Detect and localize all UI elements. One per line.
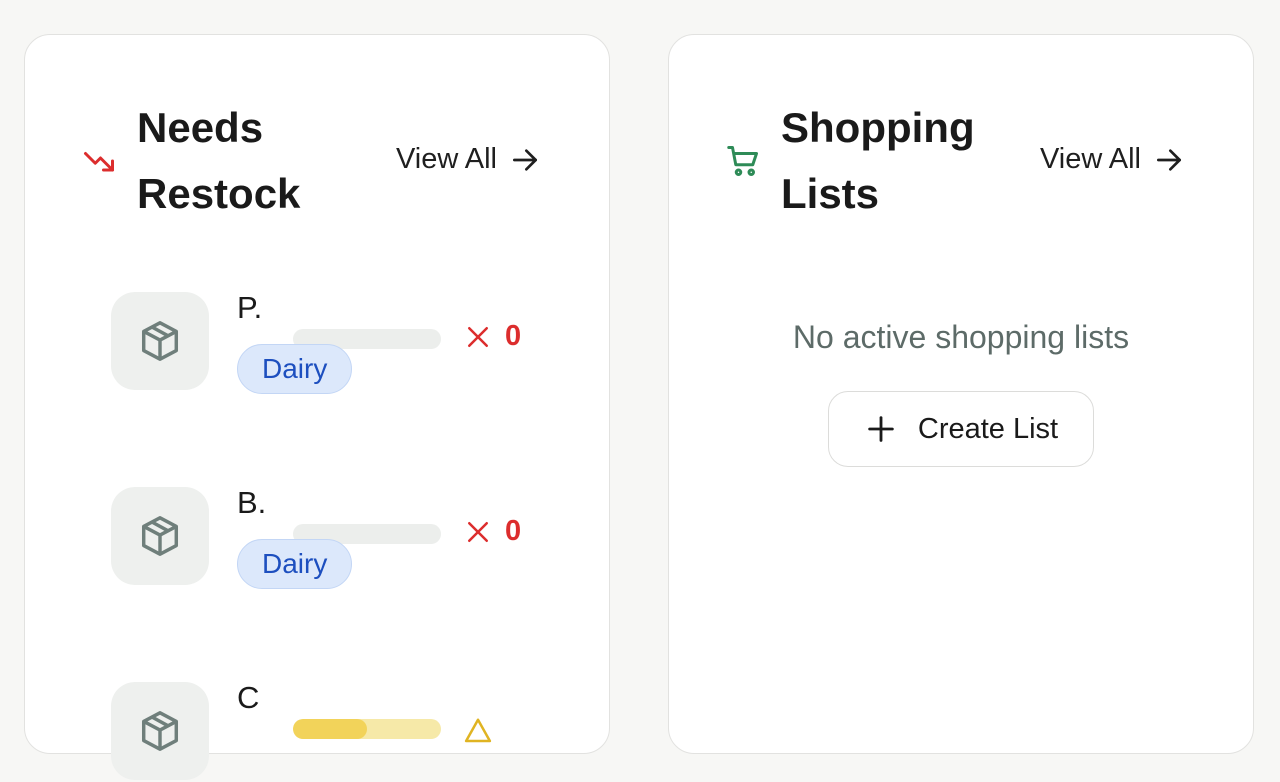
restock-item[interactable]: P. Dairy 0: [111, 290, 531, 394]
shopping-lists-title: Shopping Lists: [781, 104, 975, 217]
item-thumbnail: [111, 487, 209, 585]
package-icon: [141, 711, 179, 751]
create-list-label: Create List: [917, 412, 1059, 445]
item-thumbnail: [111, 682, 209, 780]
shopping-view-all-link[interactable]: View All: [1040, 143, 1185, 176]
item-quantity: 0: [505, 320, 522, 352]
restock-item[interactable]: C: [111, 680, 531, 782]
stock-level-fill: [293, 719, 367, 739]
item-status: 0: [463, 515, 521, 548]
stock-level-bar: [293, 719, 441, 739]
item-thumbnail: [111, 292, 209, 390]
warning-icon: [464, 718, 492, 743]
item-quantity: 0: [505, 515, 522, 547]
create-list-button[interactable]: Create List: [828, 391, 1094, 467]
item-name: P.: [237, 290, 263, 325]
item-status: [463, 716, 493, 746]
arrow-right-icon: [1157, 148, 1181, 171]
shopping-cart-icon: [725, 143, 761, 179]
needs-restock-card: Needs Restock View All P. Dairy 0 B. Dai…: [24, 34, 610, 780]
arrow-right-icon: [513, 148, 537, 171]
x-icon: [468, 521, 488, 542]
restock-view-all-label: View All: [395, 143, 497, 175]
needs-restock-header: Needs Restock View All: [81, 99, 541, 223]
package-icon: [141, 321, 179, 361]
x-icon: [468, 326, 488, 347]
item-status: 0: [463, 320, 521, 353]
shopping-lists-card: Shopping Lists View All No active shoppi…: [668, 34, 1254, 754]
item-name: B.: [237, 485, 267, 520]
restock-view-all-link[interactable]: View All: [396, 143, 541, 176]
shopping-lists-header: Shopping Lists View All: [725, 99, 1185, 223]
category-badge: Dairy: [237, 344, 353, 394]
trending-down-icon: [81, 143, 117, 179]
restock-item[interactable]: B. Dairy 0: [111, 485, 531, 589]
shopping-view-all-label: View All: [1039, 143, 1141, 175]
category-badge: Dairy: [237, 539, 353, 589]
needs-restock-title: Needs Restock: [137, 104, 301, 217]
plus-icon: [868, 416, 894, 442]
empty-state-message: No active shopping lists: [792, 319, 1130, 355]
item-name: C: [237, 680, 260, 715]
package-icon: [141, 516, 179, 556]
